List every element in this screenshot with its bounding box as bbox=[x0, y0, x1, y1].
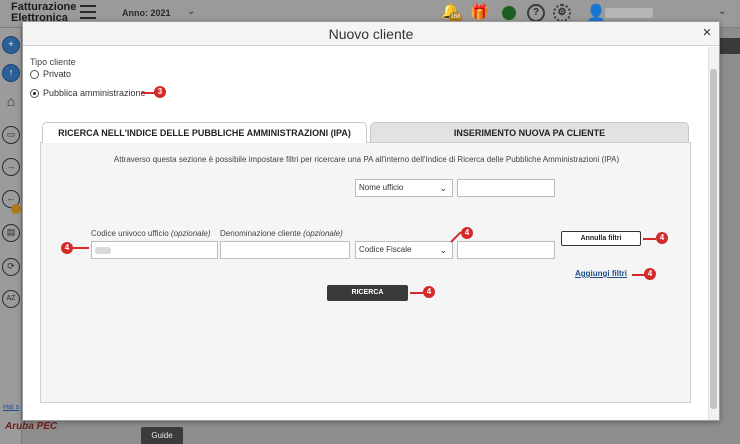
radio-label: Privato bbox=[43, 69, 72, 79]
gear-icon[interactable]: ⚙ bbox=[553, 4, 571, 22]
help-icon[interactable]: ? bbox=[527, 4, 545, 22]
marker-arrow bbox=[410, 292, 423, 294]
scrollbar-thumb[interactable] bbox=[710, 69, 717, 409]
ricerca-panel: Attraverso questa sezione è possibile im… bbox=[40, 142, 691, 403]
upload-icon[interactable]: ↑ bbox=[2, 64, 20, 82]
marker-arrow bbox=[141, 92, 155, 94]
radio-pubblica-amministrazione[interactable]: Pubblica amministrazione bbox=[30, 88, 146, 98]
background-button[interactable] bbox=[717, 38, 740, 54]
radio-privato[interactable]: Privato bbox=[30, 69, 71, 79]
tab-ricerca-ipa[interactable]: RICERCA NELL'INDICE DELLE PUBBLICHE AMMI… bbox=[42, 122, 367, 143]
aggiungi-filtri-link[interactable]: Aggiungi filtri bbox=[575, 269, 627, 278]
arrow-right-icon[interactable]: → bbox=[2, 158, 20, 176]
codice-label: Codice univoco ufficio (opzionale) bbox=[91, 229, 211, 238]
inbox-icon[interactable]: ▭ bbox=[2, 126, 20, 144]
chevron-down-icon: ⌄ bbox=[439, 245, 447, 255]
new-client-modal: Nuovo cliente × Tipo cliente Privato Pub… bbox=[22, 21, 720, 421]
tab-inserimento-pa[interactable]: INSERIMENTO NUOVA PA CLIENTE bbox=[370, 122, 689, 142]
filter-select-value: Nome ufficio bbox=[359, 183, 404, 192]
denominazione-label: Denominazione cliente (opzionale) bbox=[220, 229, 343, 238]
filter-select-value: Codice Fiscale bbox=[359, 245, 412, 254]
marker-arrow bbox=[73, 247, 89, 249]
user-name[interactable] bbox=[605, 8, 653, 18]
guide-tab[interactable]: Guide bbox=[141, 427, 183, 444]
sync-icon[interactable]: ⟳ bbox=[2, 258, 20, 276]
home-icon[interactable]: ⌂ bbox=[2, 94, 20, 112]
filter-select-1[interactable]: Nome ufficio ⌄ bbox=[355, 179, 453, 197]
user-icon[interactable]: 👤 bbox=[586, 3, 606, 23]
gift-icon[interactable]: 🎁 bbox=[470, 3, 489, 21]
radio-label: Pubblica amministrazione bbox=[43, 88, 146, 98]
chevron-down-icon[interactable]: ⌄ bbox=[187, 6, 195, 17]
chevron-down-icon[interactable]: ⌄ bbox=[718, 6, 726, 17]
modal-title: Nuovo cliente bbox=[328, 26, 414, 42]
sidebar-link[interactable]: Hai s bbox=[3, 404, 19, 411]
intro-text: Attraverso questa sezione è possibile im… bbox=[113, 155, 620, 164]
modal-header: Nuovo cliente × bbox=[23, 22, 719, 46]
step-marker: 4 bbox=[644, 268, 656, 280]
tipo-cliente-label: Tipo cliente bbox=[30, 57, 76, 67]
step-marker: 4 bbox=[61, 242, 73, 254]
app-sidebar: + ↑ ⌂ ▭ → ← ▤ ⟳ AZ bbox=[0, 28, 22, 444]
ricerca-button[interactable]: RICERCA bbox=[327, 285, 408, 301]
radio-icon[interactable] bbox=[30, 88, 39, 98]
redacted-value bbox=[95, 247, 111, 254]
footer-brand: Aruba PEC bbox=[5, 421, 58, 432]
radio-icon[interactable] bbox=[30, 69, 39, 79]
year-selector[interactable]: Anno: 2021 bbox=[122, 8, 171, 18]
step-marker: 4 bbox=[423, 286, 435, 298]
plus-icon[interactable]: + bbox=[2, 36, 20, 54]
step-marker: 3 bbox=[154, 86, 166, 98]
status-icon[interactable] bbox=[502, 6, 516, 20]
filter-value-1[interactable] bbox=[457, 179, 555, 197]
sort-az-icon[interactable]: AZ bbox=[2, 290, 20, 308]
filter-select-2[interactable]: Codice Fiscale ⌄ bbox=[355, 241, 453, 259]
sidebar-badge bbox=[11, 204, 21, 214]
filter-value-2[interactable] bbox=[457, 241, 555, 259]
marker-arrow bbox=[643, 238, 656, 240]
step-marker: 4 bbox=[656, 232, 668, 244]
step-marker: 4 bbox=[461, 227, 473, 239]
modal-body: Tipo cliente Privato Pubblica amministra… bbox=[23, 47, 719, 420]
document-icon[interactable]: ▤ bbox=[2, 224, 20, 242]
menu-icon[interactable] bbox=[80, 5, 96, 19]
codice-univoco-input[interactable] bbox=[91, 241, 218, 259]
close-icon[interactable]: × bbox=[699, 24, 715, 42]
chevron-down-icon: ⌄ bbox=[439, 183, 447, 193]
denominazione-input[interactable] bbox=[220, 241, 350, 259]
annulla-filtri-button[interactable]: Annulla filtri bbox=[561, 231, 641, 246]
